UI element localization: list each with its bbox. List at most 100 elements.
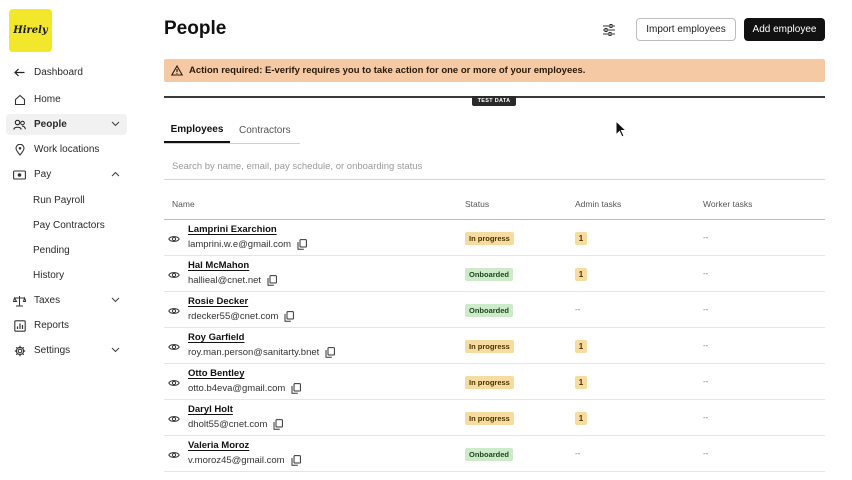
page-title: People: [164, 18, 227, 39]
sidebar-item-label: Work locations: [34, 144, 100, 155]
worker-tasks-count: --: [703, 377, 709, 386]
sidebar-subitem-pending[interactable]: Pending: [33, 242, 70, 258]
eye-icon[interactable]: [168, 340, 180, 352]
map-pin-icon: [13, 143, 26, 156]
eye-icon[interactable]: [168, 376, 180, 388]
people-tabs: Employees Contractors: [164, 118, 300, 144]
money-icon: [13, 168, 26, 181]
sidebar-item-label: People: [34, 119, 67, 130]
copy-icon[interactable]: [291, 455, 301, 466]
eye-icon[interactable]: [168, 232, 180, 244]
warning-icon: [171, 65, 183, 76]
table-row[interactable]: Valeria Moroz v.moroz45@gmail.com Onboarde…: [164, 436, 825, 472]
employee-email: otto.b4eva@gmail.com: [188, 383, 286, 394]
employee-name-link[interactable]: Valeria Moroz: [188, 440, 249, 451]
employee-email-cell: dholt55@cnet.com: [188, 419, 284, 430]
admin-tasks-count: --: [575, 305, 581, 314]
admin-tasks-count: 1: [575, 232, 587, 245]
copy-icon[interactable]: [297, 239, 307, 250]
chart-icon: [13, 319, 26, 332]
eye-icon[interactable]: [168, 412, 180, 424]
sidebar-item-taxes[interactable]: Taxes: [6, 290, 127, 311]
employee-name-link[interactable]: Hal McMahon: [188, 260, 249, 271]
table-row[interactable]: Roy Garfield roy.man.person@sanitarty.bne…: [164, 328, 825, 364]
arrow-left-icon: [13, 66, 26, 79]
sidebar-subitem-label: Pay Contractors: [33, 219, 105, 231]
main-content: People Import employees Add employee Act…: [145, 0, 852, 480]
tab-contractors[interactable]: Contractors: [239, 118, 291, 143]
search-input[interactable]: [164, 154, 825, 180]
chevron-up-icon: [111, 169, 120, 180]
worker-tasks-count: --: [703, 305, 709, 314]
sidebar-subitem-history[interactable]: History: [33, 267, 64, 283]
admin-tasks-count: 1: [575, 376, 587, 389]
employee-email-cell: hallieal@cnet.net: [188, 275, 277, 286]
table-row[interactable]: Rosie Decker rdecker55@cnet.com Onboarded -…: [164, 292, 825, 328]
hirely-logo[interactable]: Hirely: [9, 9, 52, 52]
sidebar-item-home[interactable]: Home: [6, 89, 127, 110]
sidebar-item-work-locations[interactable]: Work locations: [6, 139, 127, 160]
mouse-cursor-icon: [615, 119, 628, 138]
eye-icon[interactable]: [168, 268, 180, 280]
table-row[interactable]: Otto Bentley otto.b4eva@gmail.com In progr…: [164, 364, 825, 400]
employee-name-link[interactable]: Lamprini Exarchion: [188, 224, 277, 235]
import-employees-button[interactable]: Import employees: [636, 18, 736, 41]
alert-text: Action required: E-verify requires you t…: [189, 65, 586, 76]
sidebar-item-label: Dashboard: [34, 67, 83, 78]
employee-name-link[interactable]: Roy Garfield: [188, 332, 245, 343]
copy-icon[interactable]: [284, 311, 295, 322]
copy-icon[interactable]: [267, 275, 277, 286]
sidebar-item-people[interactable]: People: [6, 114, 127, 135]
employee-name-link[interactable]: Rosie Decker: [188, 296, 248, 307]
employee-email: v.moroz45@gmail.com: [188, 455, 285, 466]
column-header-worker-tasks[interactable]: Worker tasks: [703, 199, 752, 209]
tab-employees[interactable]: Employees: [164, 118, 230, 143]
sidebar-subitem-pay-contractors[interactable]: Pay Contractors: [33, 217, 105, 233]
employee-name-link[interactable]: Otto Bentley: [188, 368, 244, 379]
status-badge: In progress: [465, 412, 514, 425]
sidebar-subitem-label: Run Payroll: [33, 194, 85, 206]
copy-icon[interactable]: [291, 383, 302, 394]
worker-tasks-count: --: [703, 269, 709, 278]
status-badge: In progress: [465, 232, 514, 245]
status-badge: Onboarded: [465, 448, 514, 461]
add-employee-button[interactable]: Add employee: [744, 18, 825, 41]
filter-sliders-icon[interactable]: [601, 22, 617, 38]
copy-icon[interactable]: [273, 419, 284, 430]
column-header-admin-tasks[interactable]: Admin tasks: [575, 199, 621, 209]
employee-email-cell: lamprini.w.e@gmail.com: [188, 239, 307, 250]
sidebar-item-label: Reports: [34, 320, 70, 331]
sidebar-item-settings[interactable]: Settings: [6, 340, 127, 361]
home-icon: [13, 93, 26, 106]
worker-tasks-count: --: [703, 341, 709, 350]
column-header-name[interactable]: Name: [172, 199, 195, 209]
table-row[interactable]: Lamprini Exarchion lamprini.w.e@gmail.com…: [164, 220, 825, 256]
table-row[interactable]: Daryl Holt dholt55@cnet.com In progress 1 --: [164, 400, 825, 436]
sidebar-subitem-label: History: [33, 269, 65, 281]
sidebar-back-dashboard[interactable]: Dashboard: [6, 62, 127, 83]
employee-email: dholt55@cnet.com: [188, 419, 268, 430]
employee-email-cell: roy.man.person@sanitarty.bnet: [188, 347, 336, 358]
employee-email-cell: v.moroz45@gmail.com: [188, 455, 301, 466]
sidebar-item-label: Taxes: [34, 295, 61, 306]
sidebar: Hirely Dashboard Home People Work locati…: [0, 0, 145, 480]
worker-tasks-count: --: [703, 233, 709, 242]
copy-icon[interactable]: [325, 347, 336, 358]
sidebar-subitem-run-payroll[interactable]: Run Payroll: [33, 192, 85, 208]
status-badge: In progress: [465, 340, 514, 353]
status-badge: In progress: [465, 376, 514, 389]
status-badge: Onboarded: [465, 304, 514, 317]
employee-email: roy.man.person@sanitarty.bnet: [188, 347, 320, 358]
employee-name-link[interactable]: Daryl Holt: [188, 404, 233, 415]
employee-email-cell: otto.b4eva@gmail.com: [188, 383, 302, 394]
sidebar-item-label: Home: [34, 94, 61, 105]
sidebar-item-reports[interactable]: Reports: [6, 315, 127, 336]
column-header-status[interactable]: Status: [465, 199, 489, 209]
eye-icon[interactable]: [168, 448, 180, 460]
table-row[interactable]: Hal McMahon hallieal@cnet.net Onboarded 1 --: [164, 256, 825, 292]
sidebar-item-pay[interactable]: Pay: [6, 164, 127, 185]
action-required-alert[interactable]: Action required: E-verify requires you t…: [164, 59, 825, 82]
employee-email: hallieal@cnet.net: [188, 275, 262, 286]
employee-email-cell: rdecker55@cnet.com: [188, 311, 295, 322]
eye-icon[interactable]: [168, 304, 180, 316]
